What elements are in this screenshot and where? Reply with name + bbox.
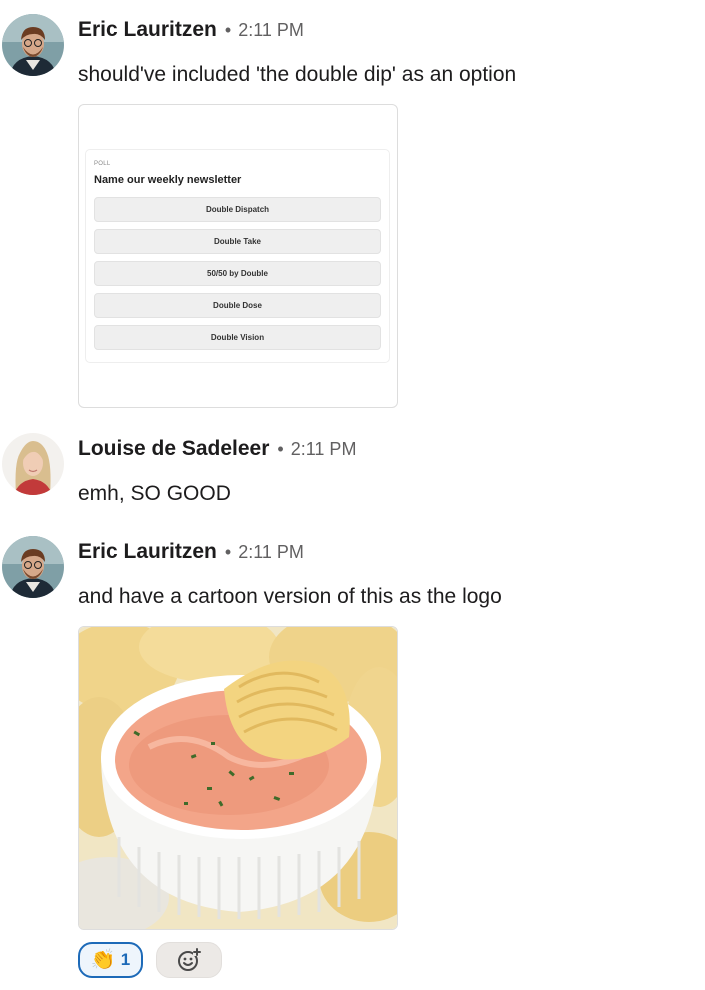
author-name[interactable]: Eric Lauritzen bbox=[78, 18, 217, 42]
separator: • bbox=[224, 542, 232, 562]
separator: • bbox=[277, 439, 284, 459]
author-name[interactable]: Eric Lauritzen bbox=[78, 540, 217, 564]
poll-title: Name our weekly newsletter bbox=[94, 174, 242, 186]
add-reaction-button[interactable] bbox=[156, 942, 222, 978]
poll-card: POLL Name our weekly newsletter Double D… bbox=[85, 149, 390, 363]
add-emoji-icon bbox=[178, 948, 201, 971]
poll-option[interactable]: Double Dose bbox=[94, 293, 381, 318]
avatar-eric[interactable] bbox=[2, 536, 64, 598]
avatar-eric[interactable] bbox=[2, 14, 64, 76]
reaction-count: 1 bbox=[120, 950, 131, 969]
poll-option[interactable]: 50/50 by Double bbox=[94, 261, 381, 286]
message-header: Louise de Sadeleer • 2:11 PM bbox=[78, 437, 356, 461]
clapping-hands-icon: 👏 bbox=[90, 949, 116, 971]
poll-option[interactable]: Double Vision bbox=[94, 325, 381, 350]
message-header: Eric Lauritzen • 2:11 PM bbox=[78, 18, 304, 42]
poll-option[interactable]: Double Take bbox=[94, 229, 381, 254]
message-header: Eric Lauritzen • 2:11 PM bbox=[78, 540, 304, 564]
dip-bowl-image bbox=[79, 627, 397, 929]
reaction-clap[interactable]: 👏 1 bbox=[78, 942, 143, 978]
poll-kicker: POLL bbox=[94, 161, 111, 167]
timestamp[interactable]: 2:11 PM bbox=[238, 542, 304, 563]
timestamp[interactable]: 2:11 PM bbox=[238, 20, 304, 41]
message-text: emh, SO GOOD bbox=[78, 482, 231, 505]
author-name[interactable]: Louise de Sadeleer bbox=[78, 437, 269, 461]
poll-option[interactable]: Double Dispatch bbox=[94, 197, 381, 222]
separator: • bbox=[224, 20, 232, 40]
timestamp[interactable]: 2:11 PM bbox=[291, 439, 357, 460]
poll-attachment[interactable]: POLL Name our weekly newsletter Double D… bbox=[78, 104, 398, 408]
message-text: should've included 'the double dip' as a… bbox=[78, 63, 517, 86]
message-text: and have a cartoon version of this as th… bbox=[78, 585, 502, 608]
dip-image-attachment[interactable] bbox=[78, 626, 398, 930]
avatar-louise[interactable] bbox=[2, 433, 64, 495]
